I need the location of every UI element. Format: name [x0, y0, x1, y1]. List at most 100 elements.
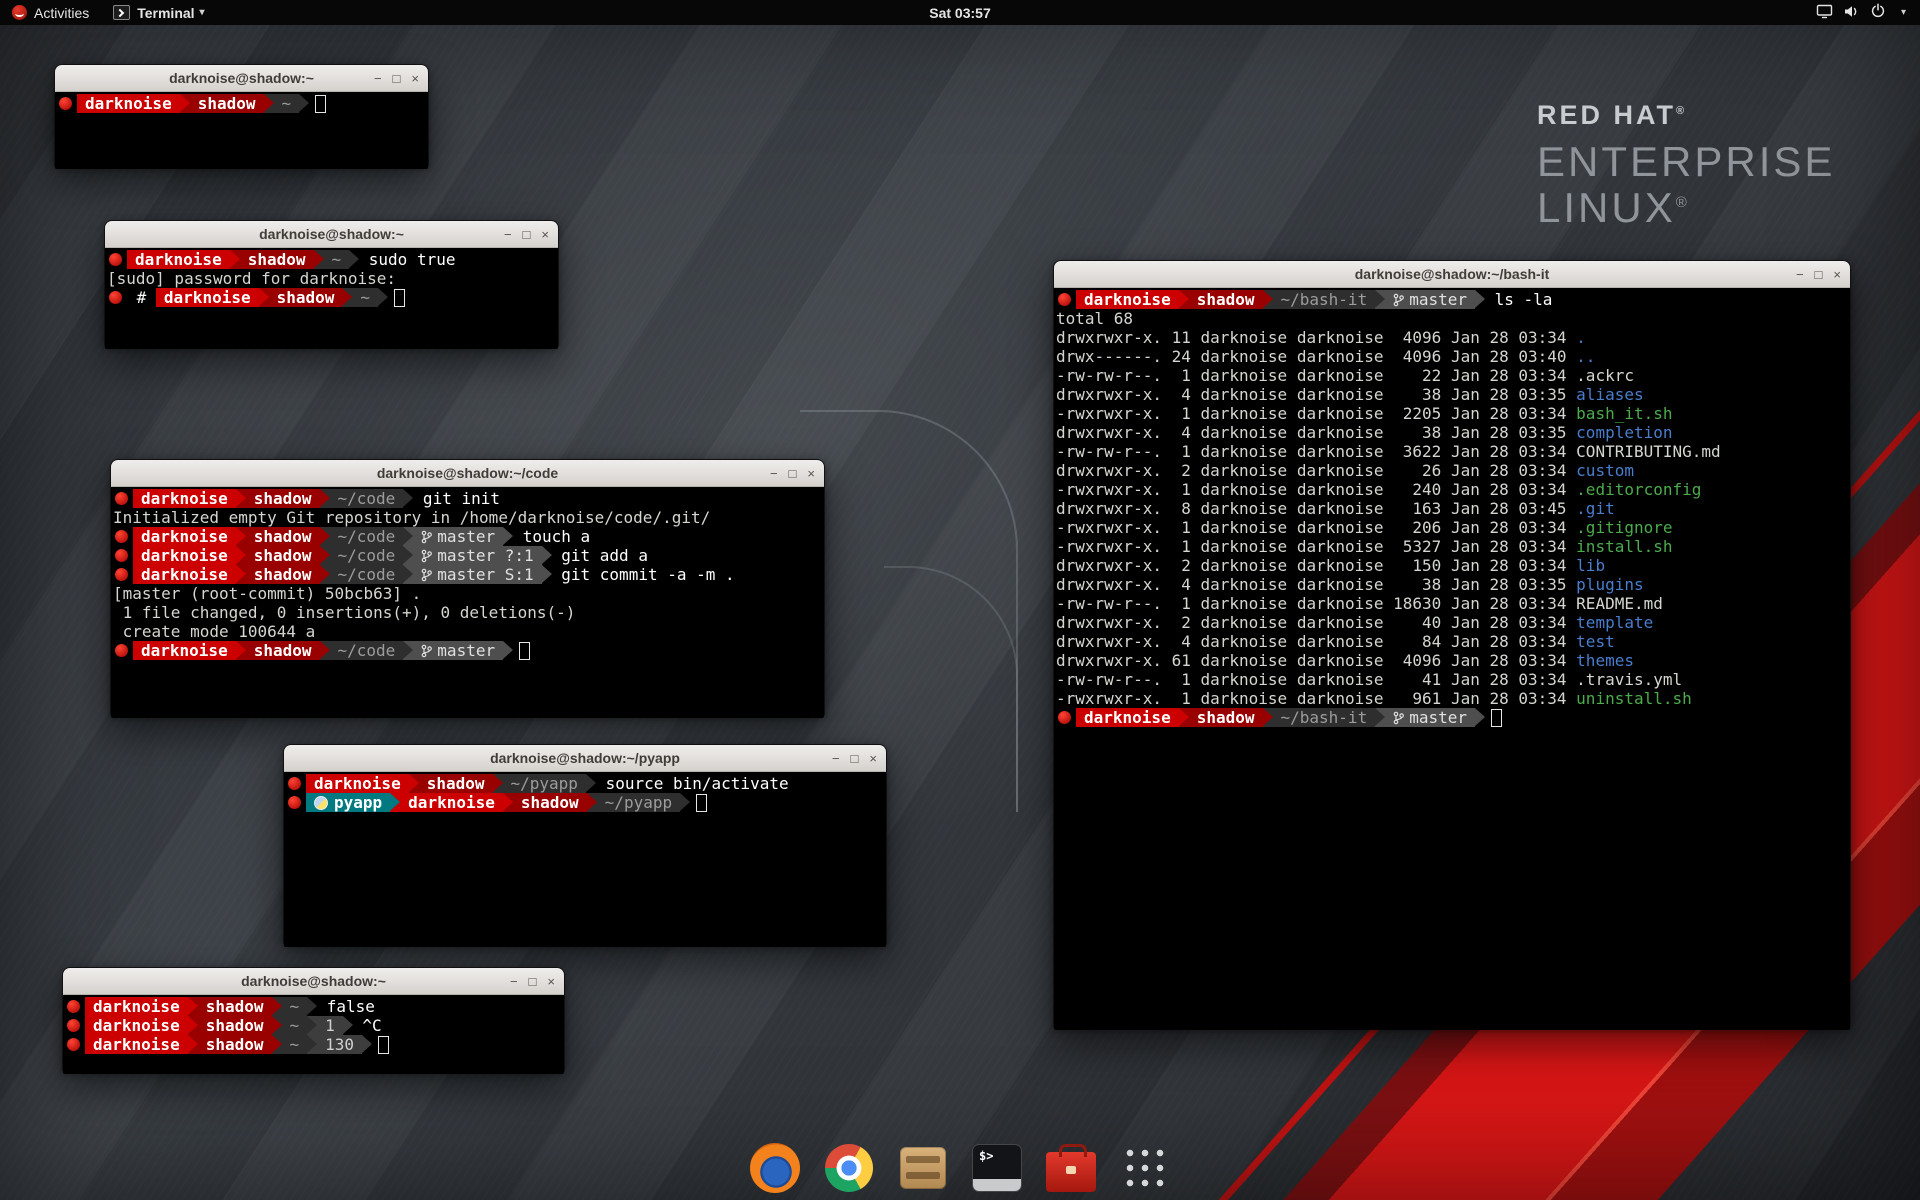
terminal-window-home-small[interactable]: darknoise@shadow:~ − □ × darknoiseshadow…: [54, 64, 429, 167]
terminal-content[interactable]: darknoiseshadow~: [55, 92, 428, 169]
terminal-content[interactable]: darknoiseshadow~ sudo true[sudo] passwor…: [105, 248, 558, 349]
titlebar[interactable]: darknoise@shadow:~ − □ ×: [105, 221, 558, 248]
close-button[interactable]: ×: [1833, 268, 1841, 281]
terminal-text: 1 file changed, 0 insertions(+), 0 delet…: [113, 603, 575, 622]
terminal-text: drwxrwxr-x. 8 darknoise darknoise 163 Ja…: [1056, 499, 1576, 518]
redhat-prompt-icon: [1058, 293, 1071, 306]
minimize-button[interactable]: −: [510, 975, 518, 988]
terminal-cursor: [519, 642, 530, 660]
volume-icon: [1843, 4, 1860, 22]
titlebar[interactable]: darknoise@shadow:~ − □ ×: [63, 968, 564, 995]
terminal-text: git init: [413, 489, 500, 508]
terminal-text: [master (root-commit) 50bcb63] .: [113, 584, 421, 603]
minimize-button[interactable]: −: [1796, 268, 1804, 281]
terminal-cursor: [1491, 709, 1502, 727]
terminal-text: plugins: [1576, 575, 1643, 594]
dock-terminal[interactable]: $>: [968, 1138, 1026, 1198]
app-menu-terminal[interactable]: Terminal ▾: [101, 0, 216, 25]
powerline-separator-icon: [272, 1016, 282, 1035]
terminal-line: -rwxrwxr-x. 1 darknoise darknoise 206 Ja…: [1056, 518, 1848, 537]
prompt-segment-user: darknoise: [306, 774, 409, 793]
terminal-text: aliases: [1576, 385, 1643, 404]
close-button[interactable]: ×: [541, 228, 549, 241]
terminal-text: drwxrwxr-x. 2 darknoise darknoise 40 Jan…: [1056, 613, 1576, 632]
prompt-segment-git: master S:1: [413, 565, 541, 584]
minimize-button[interactable]: −: [504, 228, 512, 241]
powerline-separator-icon: [403, 565, 413, 584]
powerline-separator-icon: [1375, 708, 1385, 727]
chrome-icon: [825, 1144, 873, 1192]
terminal-content[interactable]: darknoiseshadow~/code git initInitialize…: [111, 487, 824, 718]
terminal-app-icon: [113, 5, 130, 20]
titlebar[interactable]: darknoise@shadow:~/code − □ ×: [111, 460, 824, 487]
redhat-prompt-icon: [67, 1000, 80, 1013]
powerline-separator-icon: [403, 527, 413, 546]
dock-toolbox[interactable]: [1042, 1138, 1100, 1198]
close-button[interactable]: ×: [547, 975, 555, 988]
terminal-line: [sudo] password for darknoise:: [107, 269, 556, 288]
terminal-content[interactable]: darknoiseshadow~ falsedarknoiseshadow~1 …: [63, 995, 564, 1074]
powerline-separator-icon: [493, 774, 503, 793]
terminal-line: pyappdarknoiseshadow~/pyapp: [286, 793, 884, 812]
titlebar[interactable]: darknoise@shadow:~ − □ ×: [55, 65, 428, 92]
prompt-segment-path: ~: [282, 1016, 308, 1035]
powerline-separator-icon: [180, 94, 190, 113]
terminal-window-exitcodes[interactable]: darknoise@shadow:~ − □ × darknoiseshadow…: [62, 967, 565, 1072]
prompt-segment-host: shadow: [190, 94, 264, 113]
maximize-button[interactable]: □: [789, 467, 797, 480]
maximize-button[interactable]: □: [851, 752, 859, 765]
git-branch-icon: [421, 530, 432, 544]
maximize-button[interactable]: □: [523, 228, 531, 241]
prompt-segment-host: shadow: [246, 489, 320, 508]
powerline-separator-icon: [230, 250, 240, 269]
terminal-cursor: [315, 95, 326, 113]
prompt-segment-host: shadow: [198, 997, 272, 1016]
titlebar[interactable]: darknoise@shadow:~/pyapp − □ ×: [284, 745, 886, 772]
powerline-separator-icon: [542, 546, 552, 565]
terminal-text: -rw-rw-r--. 1 darknoise darknoise 3622 J…: [1056, 442, 1576, 461]
close-button[interactable]: ×: [869, 752, 877, 765]
terminal-line: darknoiseshadow~ sudo true: [107, 250, 556, 269]
terminal-text: .git: [1576, 499, 1615, 518]
terminal-text: drwx------. 24 darknoise darknoise 4096 …: [1056, 347, 1576, 366]
terminal-text: README.md: [1576, 594, 1663, 613]
dock-app-grid[interactable]: [1116, 1138, 1174, 1198]
system-status-area[interactable]: ▾: [1808, 0, 1914, 25]
minimize-button[interactable]: −: [832, 752, 840, 765]
maximize-button[interactable]: □: [1815, 268, 1823, 281]
activities-button[interactable]: Activities: [0, 0, 101, 25]
terminal-text: drwxrwxr-x. 2 darknoise darknoise 26 Jan…: [1056, 461, 1576, 480]
minimize-button[interactable]: −: [374, 72, 382, 85]
git-branch-icon: [421, 568, 432, 582]
toolbox-icon: [1046, 1152, 1096, 1192]
titlebar[interactable]: darknoise@shadow:~/bash-it − □ ×: [1054, 261, 1850, 288]
terminal-content[interactable]: darknoiseshadow~/pyapp source bin/activa…: [284, 772, 886, 947]
power-icon: [1870, 3, 1886, 22]
redhat-prompt-icon: [115, 549, 128, 562]
powerline-separator-icon: [503, 641, 513, 660]
powerline-separator-icon: [1179, 290, 1189, 309]
dock-chrome[interactable]: [820, 1138, 878, 1198]
close-button[interactable]: ×: [411, 72, 419, 85]
maximize-button[interactable]: □: [393, 72, 401, 85]
terminal-content[interactable]: darknoiseshadow~/bash-itmaster ls -latot…: [1054, 288, 1850, 1030]
prompt-segment-user: darknoise: [400, 793, 503, 812]
terminal-window-code[interactable]: darknoise@shadow:~/code − □ × darknoises…: [110, 459, 825, 716]
powerline-separator-icon: [1475, 290, 1485, 309]
maximize-button[interactable]: □: [529, 975, 537, 988]
prompt-segment-path: ~: [282, 997, 308, 1016]
terminal-window-pyapp[interactable]: darknoise@shadow:~/pyapp − □ × darknoise…: [283, 744, 887, 945]
prompt-segment-host: shadow: [419, 774, 493, 793]
powerline-separator-icon: [403, 546, 413, 565]
dock-files[interactable]: [894, 1138, 952, 1198]
powerline-separator-icon: [342, 288, 352, 307]
minimize-button[interactable]: −: [770, 467, 778, 480]
powerline-separator-icon: [1375, 290, 1385, 309]
terminal-line: -rw-rw-r--. 1 darknoise darknoise 22 Jan…: [1056, 366, 1848, 385]
terminal-window-bash-it[interactable]: darknoise@shadow:~/bash-it − □ × darknoi…: [1053, 260, 1851, 1028]
clock[interactable]: Sat 03:57: [929, 0, 990, 25]
close-button[interactable]: ×: [807, 467, 815, 480]
terminal-window-sudo[interactable]: darknoise@shadow:~ − □ × darknoiseshadow…: [104, 220, 559, 347]
terminal-line: -rwxrwxr-x. 1 darknoise darknoise 5327 J…: [1056, 537, 1848, 556]
dock-firefox[interactable]: [746, 1138, 804, 1198]
